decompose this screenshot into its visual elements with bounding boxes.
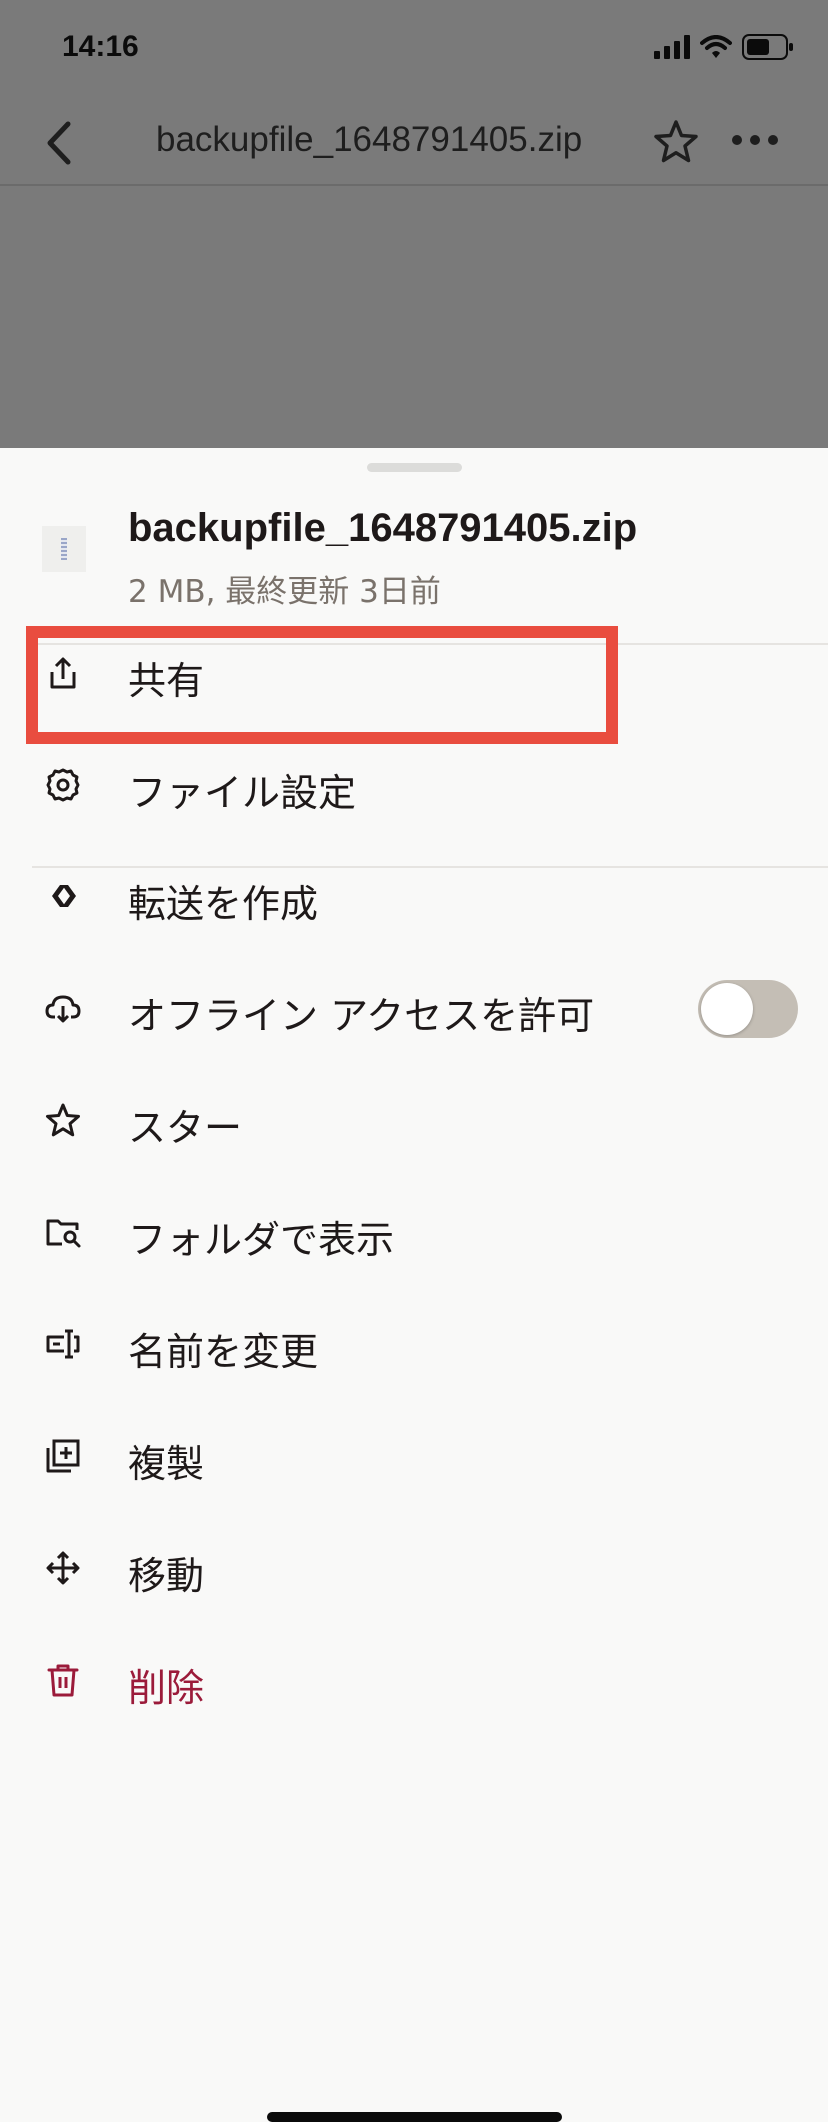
menu-label: 複製: [128, 1442, 205, 1486]
zip-file-icon: [42, 526, 86, 572]
menu-label: 移動: [128, 1554, 205, 1598]
back-chevron-icon[interactable]: [40, 118, 80, 168]
menu-item-rename[interactable]: 名前を変更: [0, 1294, 828, 1394]
home-indicator: [267, 2112, 562, 2122]
duplicate-icon: [44, 1437, 82, 1475]
star-icon[interactable]: [652, 118, 700, 166]
menu-label: オフライン アクセスを許可: [128, 994, 595, 1038]
file-meta: 2 MB, 最終更新 3日前: [128, 574, 441, 610]
menu-label: スター: [128, 1106, 243, 1150]
status-bar: 14:16: [0, 0, 828, 100]
menu-item-move[interactable]: 移動: [0, 1518, 828, 1618]
status-time: 14:16: [62, 30, 139, 63]
toggle-knob: [701, 983, 753, 1035]
more-icon[interactable]: [730, 130, 780, 150]
menu-label: 転送を作成: [128, 882, 319, 926]
navigation-bar: backupfile_1648791405.zip: [0, 100, 828, 186]
rename-icon: [44, 1325, 82, 1363]
menu-label: ファイル設定: [128, 771, 357, 815]
menu-item-show-in-folder[interactable]: フォルダで表示: [0, 1182, 828, 1282]
battery-icon: [742, 34, 794, 64]
menu-item-offline-access[interactable]: オフライン アクセスを許可: [0, 958, 828, 1058]
dimmed-file-preview[interactable]: 14:16 backupfile_1648791405.zip: [0, 0, 828, 448]
sheet-grabber[interactable]: [367, 463, 462, 472]
share-highlight-box: [26, 626, 618, 744]
signal-icon: [654, 35, 690, 63]
transfer-icon: [44, 877, 82, 915]
trash-icon: [44, 1661, 82, 1699]
folder-search-icon: [44, 1213, 82, 1251]
gear-icon: [44, 766, 82, 804]
file-name: backupfile_1648791405.zip: [128, 506, 638, 550]
menu-label: 削除: [128, 1666, 205, 1710]
menu-item-delete[interactable]: 削除: [0, 1630, 828, 1730]
menu-item-star[interactable]: スター: [0, 1070, 828, 1170]
action-sheet: backupfile_1648791405.zip 2 MB, 最終更新 3日前…: [0, 448, 828, 2122]
menu-label: フォルダで表示: [128, 1218, 395, 1262]
menu-item-duplicate[interactable]: 複製: [0, 1406, 828, 1506]
menu-label: 名前を変更: [128, 1330, 319, 1374]
offline-access-toggle[interactable]: [698, 980, 798, 1038]
wifi-icon: [700, 35, 732, 63]
menu-item-file-settings[interactable]: ファイル設定: [0, 735, 828, 835]
cloud-download-icon: [44, 989, 82, 1027]
nav-title: backupfile_1648791405.zip: [156, 120, 583, 159]
star-icon: [44, 1101, 82, 1139]
move-icon: [44, 1549, 82, 1587]
menu-item-create-transfer[interactable]: 転送を作成: [0, 846, 828, 946]
file-header: backupfile_1648791405.zip 2 MB, 最終更新 3日前: [0, 488, 828, 610]
